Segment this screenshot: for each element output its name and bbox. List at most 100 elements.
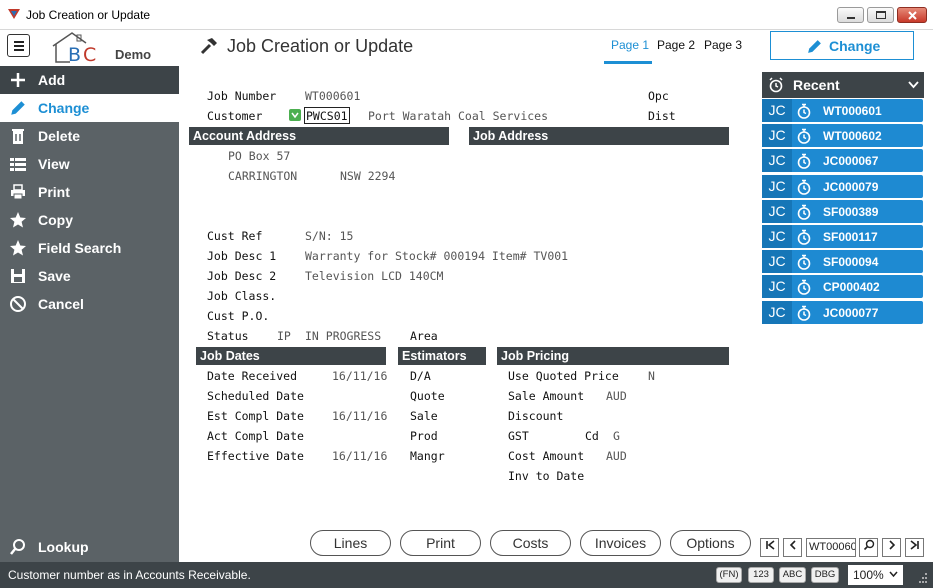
recent-item-prefix: JC	[762, 275, 792, 298]
estimator-da-label: D/A	[410, 369, 431, 383]
est-compl-date-value[interactable]: 16/11/16	[332, 409, 387, 423]
effective-date-value[interactable]: 16/11/16	[332, 449, 387, 463]
tab-page2[interactable]: Page 2	[657, 38, 695, 52]
address-city[interactable]: CARRINGTON	[228, 169, 297, 183]
job-desc1-value[interactable]: Warranty for Stock# 000194 Item# TV001	[305, 249, 568, 263]
effective-date-label: Effective Date	[207, 449, 304, 463]
job-desc2-value[interactable]: Television LCD 140CM	[305, 269, 443, 283]
recent-item[interactable]: JC JC000079	[762, 175, 923, 198]
record-nav-input[interactable]: WT000601	[806, 538, 856, 557]
demo-label: Demo	[115, 47, 152, 62]
app-icon	[8, 9, 20, 19]
sidebar-item-copy[interactable]: Copy	[0, 206, 179, 234]
inv-to-date-label: Inv to Date	[508, 469, 585, 483]
recent-item-prefix: JC	[762, 175, 792, 198]
pencil-icon	[11, 101, 25, 115]
active-tab-indicator	[604, 61, 652, 64]
job-number-value[interactable]: WT000601	[305, 89, 360, 103]
chevron-down-icon	[908, 81, 919, 89]
dist-label: Dist	[648, 109, 676, 123]
estimator-quote-label: Quote	[410, 389, 445, 403]
recent-item-code: SF000389	[823, 205, 879, 219]
search-record-button[interactable]	[859, 538, 878, 557]
stopwatch-icon	[797, 305, 811, 321]
close-button[interactable]	[897, 7, 927, 23]
app-header: B C Demo Job Creation or Update Page 1 P…	[0, 30, 933, 66]
sidebar-item-add[interactable]: Add	[0, 66, 179, 94]
cost-amount-currency: AUD	[606, 449, 627, 463]
minimize-button[interactable]	[837, 7, 864, 23]
recent-item[interactable]: JC SF000117	[762, 225, 923, 248]
recent-item[interactable]: JC JC000077	[762, 301, 923, 324]
svg-text:C: C	[83, 44, 96, 64]
menu-button[interactable]	[7, 34, 30, 57]
recent-item-prefix: JC	[762, 301, 792, 324]
gst-label: GST	[508, 429, 529, 443]
tab-page1[interactable]: Page 1	[611, 38, 649, 52]
cost-amount-label: Cost Amount	[508, 449, 585, 463]
cd-value[interactable]: G	[613, 429, 620, 443]
sidebar-item-save[interactable]: Save	[0, 262, 179, 290]
fn-chip[interactable]: (FN)	[716, 567, 742, 583]
account-address-header: Account Address	[189, 127, 449, 145]
next-record-button[interactable]	[882, 538, 901, 557]
options-button[interactable]: Options	[670, 530, 751, 556]
lines-button[interactable]: Lines	[310, 530, 391, 556]
cust-po-label: Cust P.O.	[207, 309, 270, 323]
sidebar-item-field-search[interactable]: Field Search	[0, 234, 179, 262]
sidebar-item-change[interactable]: Change	[0, 94, 179, 122]
sidebar-item-print[interactable]: Print	[0, 178, 179, 206]
prev-record-button[interactable]	[783, 538, 802, 557]
sidebar-item-lookup[interactable]: Lookup	[0, 533, 179, 561]
numeric-chip[interactable]: 123	[748, 567, 774, 583]
recent-item[interactable]: JC SF000389	[762, 200, 923, 223]
lookup-icon[interactable]	[289, 109, 301, 121]
recent-item-prefix: JC	[762, 225, 792, 248]
estimator-sale-label: Sale	[410, 409, 438, 423]
sidebar-item-view[interactable]: View	[0, 150, 179, 178]
date-received-value[interactable]: 16/11/16	[332, 369, 387, 383]
recent-item[interactable]: JC JC000067	[762, 149, 923, 172]
recent-item[interactable]: JC CP000402	[762, 275, 923, 298]
job-address-header: Job Address	[469, 127, 729, 145]
abc-chip[interactable]: ABC	[779, 567, 806, 583]
invoices-button[interactable]: Invoices	[580, 530, 661, 556]
tab-page3[interactable]: Page 3	[704, 38, 742, 52]
sidebar-item-delete[interactable]: Delete	[0, 122, 179, 150]
recent-item-prefix: JC	[762, 200, 792, 223]
recent-item[interactable]: JC SF000094	[762, 250, 923, 273]
change-button[interactable]: Change	[770, 31, 914, 60]
address-line1[interactable]: PO Box 57	[228, 149, 290, 163]
stopwatch-icon	[797, 279, 811, 295]
costs-button[interactable]: Costs	[490, 530, 571, 556]
resize-grip[interactable]	[917, 570, 929, 584]
use-quoted-price-value[interactable]: N	[648, 369, 655, 383]
zoom-value: 100%	[853, 568, 884, 582]
printer-icon	[11, 184, 25, 200]
recent-item[interactable]: JC WT000601	[762, 99, 923, 122]
status-code[interactable]: IP	[277, 329, 291, 343]
search-icon	[863, 539, 874, 551]
debug-chip[interactable]: DBG	[811, 567, 839, 583]
address-state[interactable]: NSW 2294	[340, 169, 395, 183]
recent-item-code: JC000067	[823, 154, 879, 168]
cust-ref-value[interactable]: S/N: 15	[305, 229, 353, 243]
recent-panel-header[interactable]: Recent	[762, 72, 924, 98]
recent-item-code: JC000079	[823, 180, 879, 194]
maximize-button[interactable]	[867, 7, 894, 23]
search-icon	[10, 539, 25, 555]
job-pricing-header: Job Pricing	[497, 347, 729, 365]
trash-icon	[12, 129, 24, 144]
first-record-button[interactable]	[760, 538, 779, 557]
recent-item-prefix: JC	[762, 250, 792, 273]
customer-name: Port Waratah Coal Services	[368, 109, 549, 123]
last-record-button[interactable]	[905, 538, 924, 557]
print-button[interactable]: Print	[400, 530, 481, 556]
recent-item-code: SF000117	[823, 230, 878, 244]
recent-item[interactable]: JC WT000602	[762, 124, 923, 147]
customer-code-input[interactable]: PWCS01	[304, 107, 350, 124]
zoom-select[interactable]: 100%	[848, 565, 903, 585]
recent-item-code: JC000077	[823, 306, 879, 320]
customer-label: Customer	[207, 109, 263, 123]
sidebar-item-cancel[interactable]: Cancel	[0, 290, 179, 318]
